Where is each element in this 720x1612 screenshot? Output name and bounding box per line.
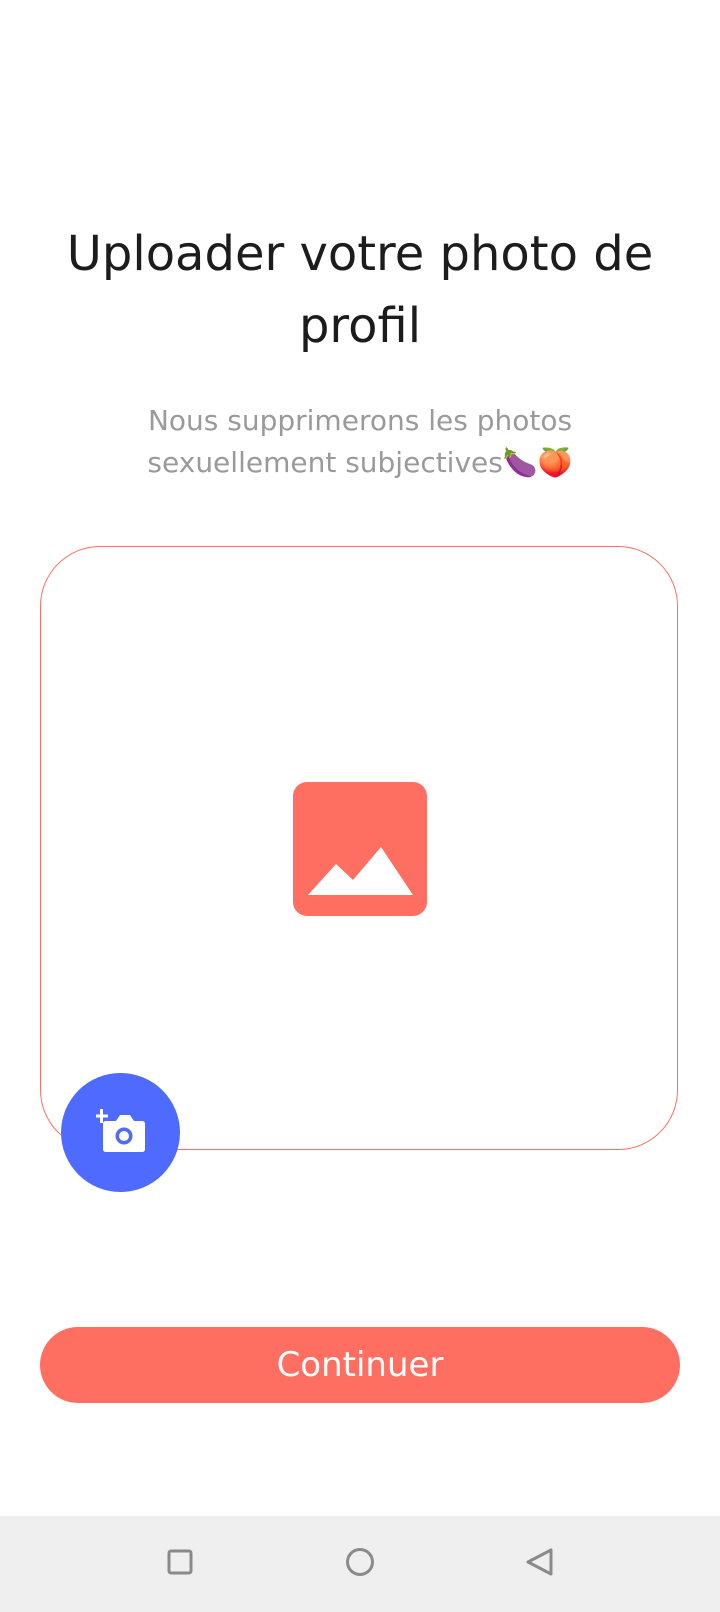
back-button[interactable] — [512, 1536, 568, 1592]
home-button[interactable] — [332, 1536, 388, 1592]
page-title: Uploader votre photo de profil — [66, 226, 654, 354]
square-icon — [166, 1548, 194, 1580]
page-subtitle: Nous supprimerons les photos sexuellemen… — [147, 404, 573, 479]
add-photo-camera-icon — [94, 1109, 146, 1156]
continue-button[interactable]: Continuer — [40, 1327, 680, 1403]
image-placeholder-icon — [293, 782, 427, 916]
system-navigation-bar — [0, 1516, 720, 1612]
add-photo-button[interactable] — [61, 1073, 180, 1192]
triangle-back-icon — [524, 1546, 556, 1582]
circle-icon — [344, 1546, 376, 1582]
recent-apps-button[interactable] — [152, 1536, 208, 1592]
